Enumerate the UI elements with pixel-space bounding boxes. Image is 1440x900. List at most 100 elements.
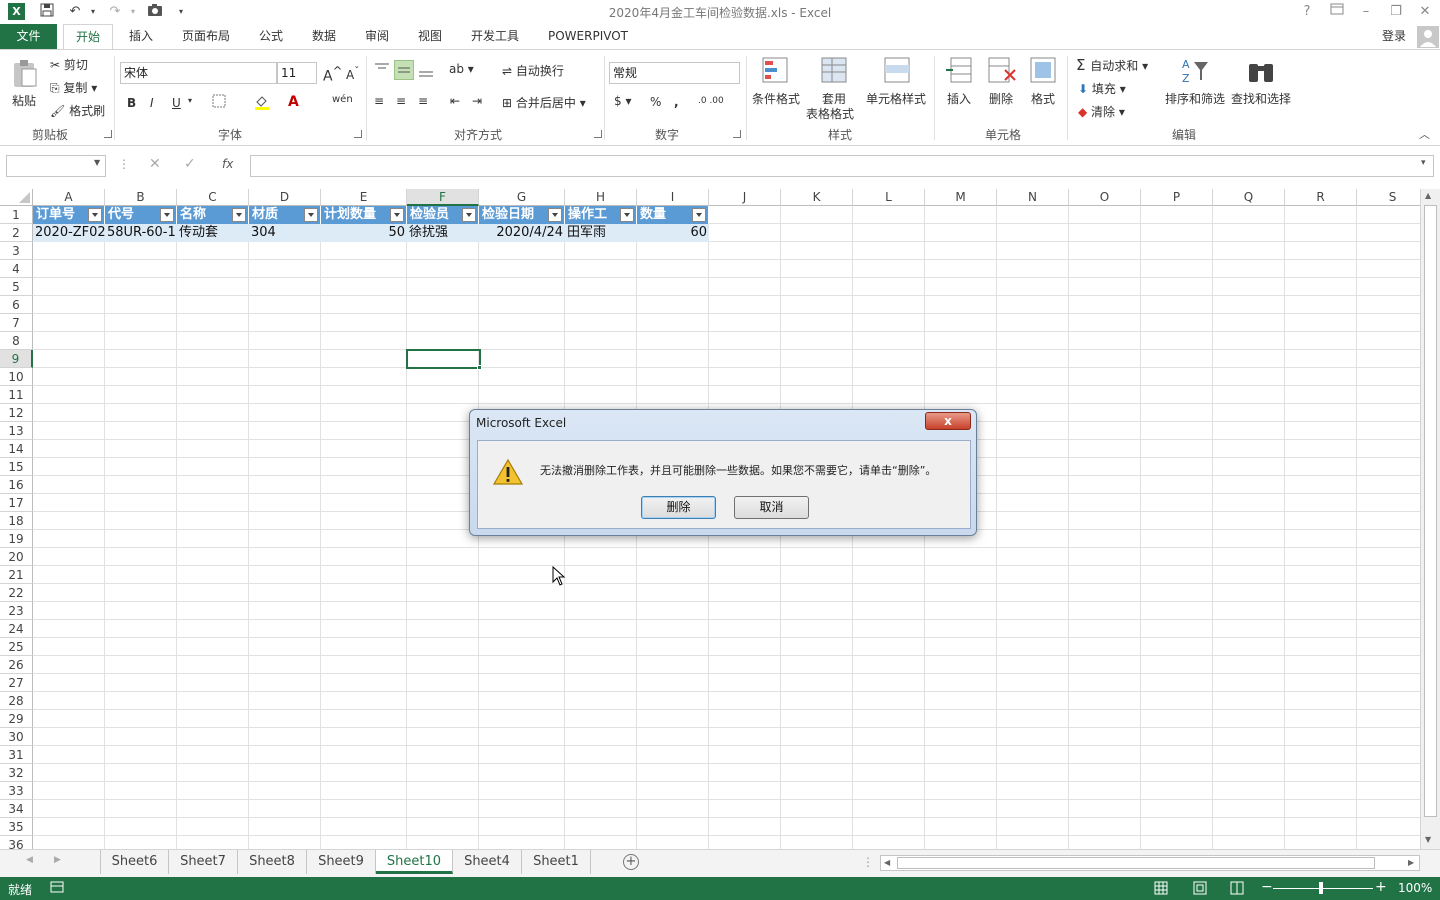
- table-cell[interactable]: 徐扰强: [407, 224, 479, 242]
- sort-filter-icon[interactable]: AZ: [1180, 56, 1210, 86]
- filter-dropdown-icon[interactable]: [88, 208, 102, 222]
- sheet-tab[interactable]: Sheet6: [100, 850, 169, 874]
- column-header[interactable]: A: [33, 189, 105, 206]
- column-header[interactable]: M: [925, 189, 997, 206]
- next-sheet-icon[interactable]: ▶: [54, 855, 61, 865]
- row-header[interactable]: 36: [0, 836, 33, 849]
- scroll-right-icon[interactable]: ▶: [1408, 858, 1414, 867]
- align-left-icon[interactable]: ≡: [374, 94, 384, 108]
- borders-icon[interactable]: [212, 94, 226, 111]
- row-header[interactable]: 8: [0, 332, 33, 350]
- row-header[interactable]: 34: [0, 800, 33, 818]
- delete-cells-button[interactable]: 删除: [989, 90, 1013, 107]
- table-header-inspector[interactable]: 检验员: [407, 206, 479, 224]
- font-size-select[interactable]: 11: [277, 62, 317, 84]
- row-header[interactable]: 25: [0, 638, 33, 656]
- format-cells-icon[interactable]: [1029, 56, 1059, 86]
- increase-indent-icon[interactable]: ⇥: [472, 94, 482, 108]
- tab-page-layout[interactable]: 页面布局: [172, 24, 240, 49]
- sort-filter-button[interactable]: 排序和筛选: [1165, 90, 1225, 107]
- row-header[interactable]: 24: [0, 620, 33, 638]
- sheet-tab[interactable]: Sheet8: [238, 850, 307, 874]
- find-select-button[interactable]: 查找和选择: [1231, 90, 1291, 107]
- macro-record-icon[interactable]: [50, 881, 64, 896]
- row-header[interactable]: 6: [0, 296, 33, 314]
- sheet-tab[interactable]: Sheet9: [307, 850, 376, 874]
- sheet-tab-active[interactable]: Sheet10: [376, 850, 453, 874]
- table-header-planned-qty[interactable]: 计划数量: [321, 206, 407, 224]
- row-header[interactable]: 3: [0, 242, 33, 260]
- filter-dropdown-icon[interactable]: [390, 208, 404, 222]
- row-header[interactable]: 4: [0, 260, 33, 278]
- format-cells-button[interactable]: 格式: [1031, 90, 1055, 107]
- row-header[interactable]: 31: [0, 746, 33, 764]
- conditional-format-icon[interactable]: [761, 56, 791, 86]
- row-header[interactable]: 13: [0, 422, 33, 440]
- wrap-text-button[interactable]: ⇌ 自动换行: [502, 62, 564, 79]
- row-header[interactable]: 18: [0, 512, 33, 530]
- filter-dropdown-icon[interactable]: [160, 208, 174, 222]
- insert-function-button[interactable]: fx: [222, 157, 233, 171]
- table-cell[interactable]: 58UR-60-1: [105, 224, 177, 242]
- column-header[interactable]: K: [781, 189, 853, 206]
- clipboard-launcher-icon[interactable]: [104, 130, 112, 138]
- h-scroll-thumb[interactable]: [897, 857, 1375, 869]
- row-header[interactable]: 2: [0, 224, 33, 242]
- filter-dropdown-icon[interactable]: [304, 208, 318, 222]
- fill-button[interactable]: ⬇ 填充 ▾: [1078, 80, 1126, 97]
- insert-cells-button[interactable]: 插入: [947, 90, 971, 107]
- clear-button[interactable]: ◆ 清除 ▾: [1078, 103, 1125, 120]
- confirm-entry-icon[interactable]: ✓: [184, 156, 196, 172]
- sign-in-link[interactable]: 登录: [1376, 24, 1412, 49]
- row-header[interactable]: 33: [0, 782, 33, 800]
- cancel-button[interactable]: 取消: [734, 496, 809, 519]
- select-all-corner[interactable]: [0, 189, 33, 206]
- italic-button[interactable]: I: [150, 96, 154, 110]
- close-window-icon[interactable]: ✕: [1414, 3, 1436, 21]
- sheet-tab[interactable]: Sheet1: [522, 850, 591, 874]
- fill-color-icon[interactable]: [254, 94, 270, 113]
- row-header[interactable]: 29: [0, 710, 33, 728]
- sheet-tab[interactable]: Sheet4: [453, 850, 522, 874]
- paste-button[interactable]: 粘贴: [12, 92, 36, 109]
- new-sheet-icon[interactable]: +: [623, 854, 639, 870]
- underline-button[interactable]: U: [172, 96, 181, 110]
- cut-button[interactable]: ✂ 剪切: [50, 56, 88, 73]
- zoom-out-icon[interactable]: −: [1261, 879, 1273, 895]
- scroll-left-icon[interactable]: ◀: [884, 858, 890, 867]
- formula-options-icon[interactable]: ⋮: [118, 157, 130, 171]
- alignment-launcher-icon[interactable]: [594, 130, 602, 138]
- underline-dropdown-icon[interactable]: ▾: [188, 96, 192, 105]
- tab-formulas[interactable]: 公式: [248, 24, 294, 49]
- tab-view[interactable]: 视图: [407, 24, 453, 49]
- row-header[interactable]: 30: [0, 728, 33, 746]
- fill-handle[interactable]: [477, 365, 482, 370]
- conditional-format-button[interactable]: 条件格式: [752, 90, 800, 107]
- row-header[interactable]: 7: [0, 314, 33, 332]
- column-header[interactable]: H: [565, 189, 637, 206]
- bold-button[interactable]: B: [127, 96, 136, 110]
- font-launcher-icon[interactable]: [354, 130, 362, 138]
- avatar[interactable]: [1417, 26, 1439, 48]
- column-header[interactable]: B: [105, 189, 177, 206]
- copy-button[interactable]: ⎘ 复制 ▾: [50, 79, 97, 96]
- zoom-slider-thumb[interactable]: [1319, 882, 1323, 894]
- table-header-inspect-date[interactable]: 检验日期: [479, 206, 565, 224]
- row-header[interactable]: 15: [0, 458, 33, 476]
- row-header[interactable]: 32: [0, 764, 33, 782]
- column-header[interactable]: S: [1357, 189, 1420, 206]
- tab-insert[interactable]: 插入: [118, 24, 164, 49]
- percent-button[interactable]: %: [650, 95, 661, 109]
- help-icon[interactable]: ?: [1296, 3, 1318, 21]
- merge-center-button[interactable]: ⊞ 合并后居中 ▾: [502, 94, 586, 111]
- tab-splitter-icon[interactable]: ⋮: [862, 855, 874, 869]
- column-header[interactable]: Q: [1213, 189, 1285, 206]
- filter-dropdown-icon[interactable]: [692, 208, 706, 222]
- prev-sheet-icon[interactable]: ◀: [26, 855, 33, 865]
- row-header[interactable]: 28: [0, 692, 33, 710]
- table-cell[interactable]: 2020-ZF02: [33, 224, 105, 242]
- filter-dropdown-icon[interactable]: [232, 208, 246, 222]
- row-header[interactable]: 27: [0, 674, 33, 692]
- phonetic-icon[interactable]: wén: [332, 94, 353, 105]
- row-header[interactable]: 21: [0, 566, 33, 584]
